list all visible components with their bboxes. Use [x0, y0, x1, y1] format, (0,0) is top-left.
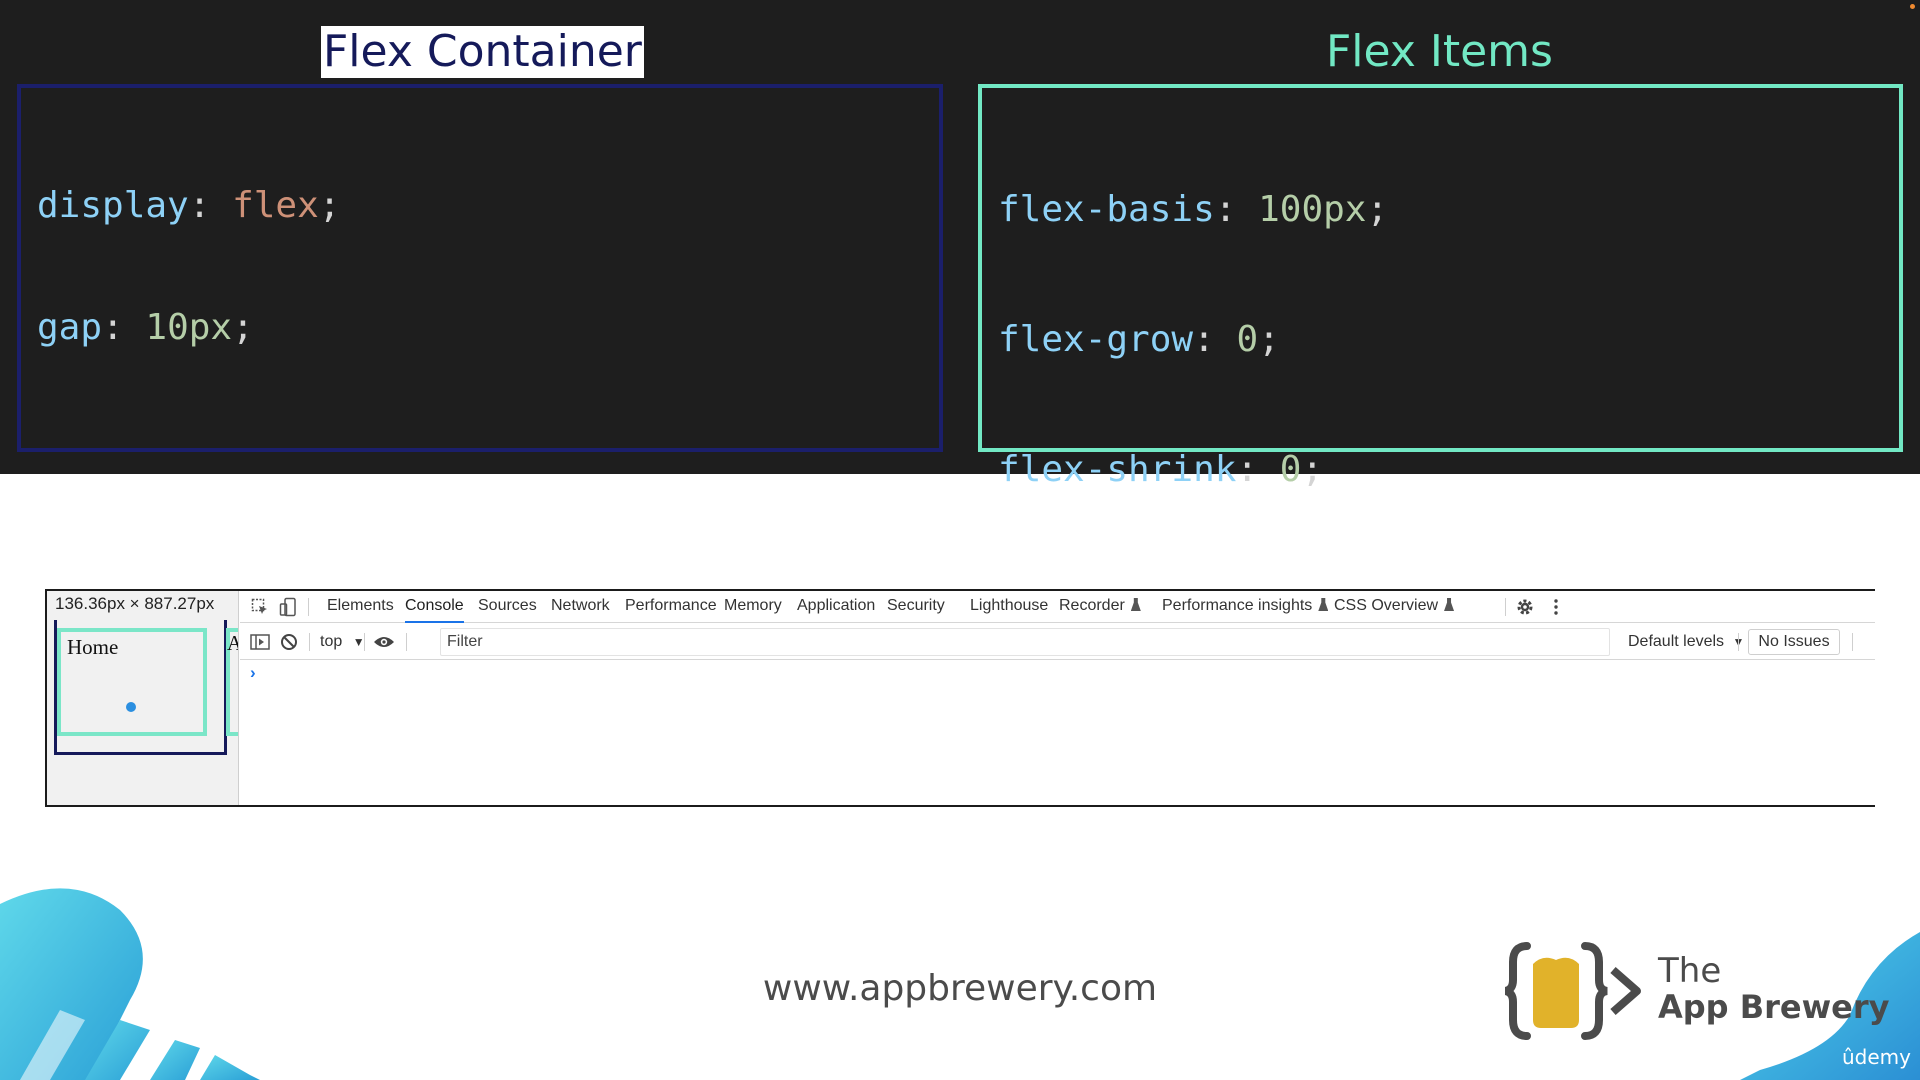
css-property: gap [37, 307, 103, 348]
log-levels-label: Default levels [1628, 633, 1725, 650]
tab-lighthouse[interactable]: Lighthouse [970, 591, 1048, 623]
separator [1738, 633, 1739, 651]
context-label: top [320, 633, 343, 650]
console-toolbar: top ▼ Filter Default levels ▼ No Issues [240, 624, 1875, 660]
kebab-menu-icon[interactable] [1542, 591, 1570, 623]
css-value: flex [232, 185, 319, 226]
gear-icon[interactable] [1511, 591, 1539, 623]
tab-security[interactable]: Security [887, 591, 945, 623]
console-prompt[interactable]: › [250, 663, 256, 683]
log-levels-dropdown[interactable]: Default levels ▼ [1628, 624, 1744, 660]
flask-icon [1318, 598, 1329, 611]
tab-network[interactable]: Network [551, 591, 610, 623]
tab-recorder-label: Recorder [1059, 597, 1125, 614]
context-selector[interactable]: top ▼ [320, 624, 365, 660]
recording-dot [1910, 4, 1915, 9]
css-property: flex-basis [998, 189, 1215, 230]
flask-icon [1444, 598, 1455, 611]
tab-recorder[interactable]: Recorder [1059, 591, 1141, 623]
devtools-window: 136.36px × 887.27px Home A Elements Cons… [45, 589, 1875, 807]
code-line: gap: 10px; [37, 307, 254, 348]
tab-performance[interactable]: Performance [625, 591, 717, 623]
brand-wordmark: The App Brewery [1658, 953, 1890, 1025]
tab-sources[interactable]: Sources [478, 591, 537, 623]
code-line: flex-shrink: 0; [998, 449, 1324, 490]
css-property: display [37, 185, 189, 226]
css-value: 0 [1279, 449, 1302, 490]
container-code: display: flex; gap: 10px; [37, 104, 340, 430]
flex-container-heading: Flex Container [321, 26, 644, 78]
tab-memory[interactable]: Memory [724, 591, 782, 623]
preview-home-item[interactable]: Home [57, 628, 207, 736]
udemy-watermark: ûdemy [1842, 1045, 1911, 1069]
element-dimensions: 136.36px × 887.27px [55, 594, 215, 613]
preview-second-label: A [227, 631, 238, 656]
separator [406, 633, 407, 651]
tab-application[interactable]: Application [797, 591, 875, 623]
separator [308, 598, 309, 616]
tab-css-overview[interactable]: CSS Overview [1334, 591, 1455, 623]
items-code: flex-basis: 100px; flex-grow: 0; flex-sh… [998, 104, 1388, 576]
devtools-tab-bar: Elements Console Sources Network Perform… [240, 591, 1875, 623]
tab-performance-insights[interactable]: Performance insights [1162, 591, 1329, 623]
tab-performance-insights-label: Performance insights [1162, 597, 1313, 614]
filter-input[interactable]: Filter [440, 628, 1610, 656]
css-value: 100px [1258, 189, 1367, 230]
slide-top: Flex Container Flex Items display: flex;… [0, 0, 1920, 490]
css-value: 0 [1236, 319, 1259, 360]
eye-icon[interactable] [370, 624, 398, 660]
device-toggle-icon[interactable] [274, 591, 302, 623]
app-brewery-logo-icon [1505, 942, 1641, 1040]
css-value: 10px [145, 307, 233, 348]
page-preview: 136.36px × 887.27px Home A [47, 591, 239, 805]
brand-the: The [1658, 951, 1722, 991]
tab-elements[interactable]: Elements [327, 591, 394, 623]
css-property: flex-grow [998, 319, 1194, 360]
code-line: display: flex; [37, 185, 341, 226]
separator [364, 633, 365, 651]
tab-console[interactable]: Console [405, 591, 464, 623]
code-line: flex-grow: 0; [998, 319, 1280, 360]
inspect-element-icon[interactable] [246, 591, 274, 623]
sidebar-toggle-icon[interactable] [246, 624, 274, 660]
css-property: flex-shrink [998, 449, 1237, 490]
clear-console-icon[interactable] [275, 624, 303, 660]
flask-icon [1130, 598, 1141, 611]
separator [1505, 598, 1506, 616]
tab-css-overview-label: CSS Overview [1334, 597, 1439, 614]
separator [1852, 633, 1853, 651]
flex-container-panel: display: flex; gap: 10px; [17, 84, 943, 452]
flex-items-heading: Flex Items [1326, 26, 1553, 77]
flex-items-panel: flex-basis: 100px; flex-grow: 0; flex-sh… [978, 84, 1903, 490]
issues-button[interactable]: No Issues [1748, 629, 1840, 655]
separator [309, 633, 310, 651]
brand-name: App Brewery [1658, 988, 1890, 1026]
code-line: flex-basis: 100px; [998, 189, 1389, 230]
cursor-dot [126, 702, 136, 712]
caret-down-icon: ▼ [352, 635, 365, 649]
preview-home-label: Home [67, 635, 119, 659]
